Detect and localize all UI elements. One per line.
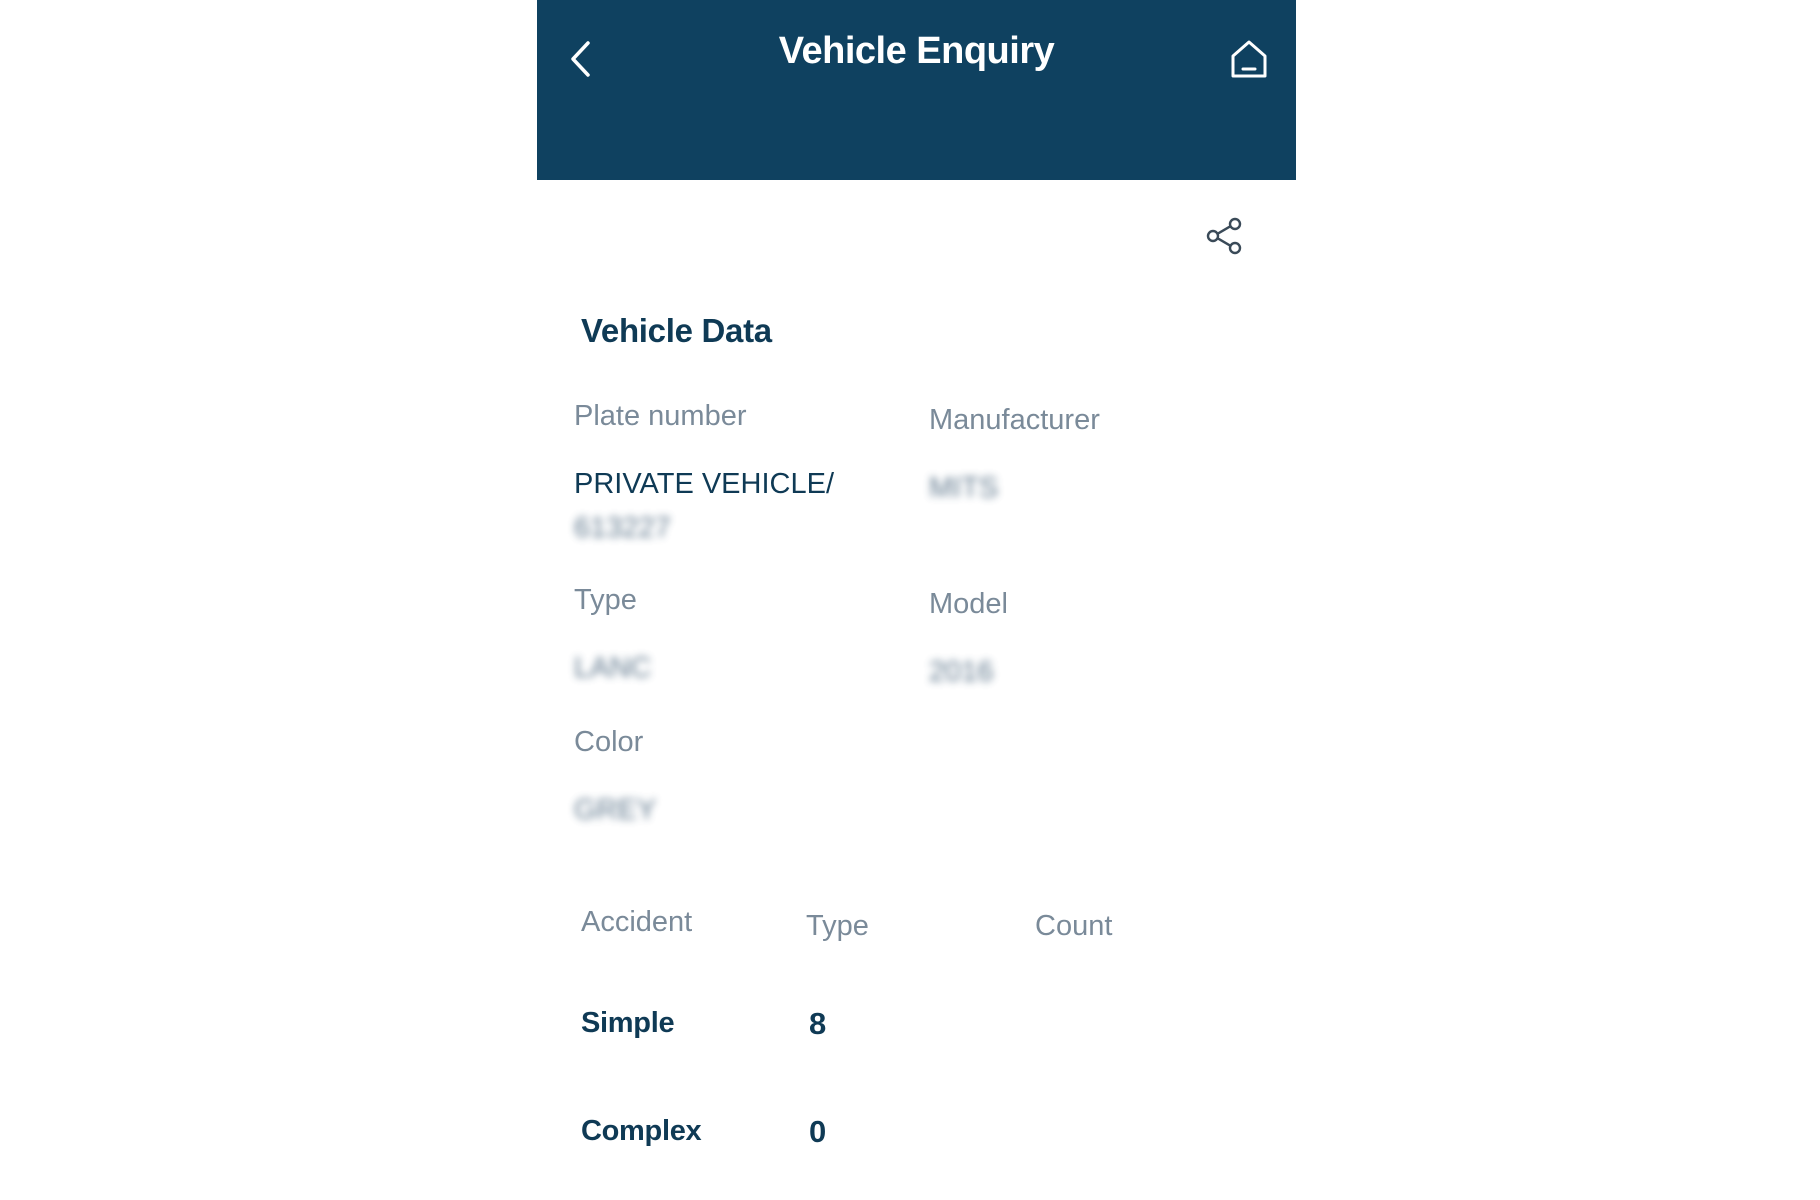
plate-number-value-line2: 613227: [574, 512, 671, 544]
type-value: LANC: [574, 652, 652, 684]
count-column-header: Count: [1035, 910, 1113, 942]
accident-row-complex-type: Complex: [581, 1115, 702, 1147]
accident-column-header: Accident: [581, 906, 693, 938]
section-title-vehicle-data: Vehicle Data: [581, 312, 772, 349]
manufacturer-label: Manufacturer: [929, 404, 1100, 436]
app-screen: Vehicle Enquiry Vehicle Data Plate numbe…: [537, 0, 1296, 1200]
share-icon: [1206, 217, 1242, 255]
share-button[interactable]: [1203, 214, 1247, 258]
model-value: 2016: [929, 656, 994, 688]
page: Vehicle Enquiry Vehicle Data Plate numbe…: [0, 0, 1820, 1200]
plate-number-value-line1: PRIVATE VEHICLE/: [574, 468, 834, 500]
model-label: Model: [929, 588, 1008, 620]
accident-row-simple-count: 8: [809, 1006, 827, 1041]
app-header: Vehicle Enquiry: [537, 0, 1296, 180]
home-icon: [1231, 40, 1267, 78]
page-title: Vehicle Enquiry: [778, 30, 1055, 72]
accident-row-complex-count: 0: [809, 1114, 827, 1149]
accident-row-simple-type: Simple: [581, 1007, 675, 1039]
type-label: Type: [574, 584, 637, 616]
type-column-header: Type: [806, 910, 869, 942]
plate-number-value: PRIVATE VEHICLE/ 613227: [574, 462, 834, 550]
home-button[interactable]: [1224, 34, 1274, 84]
plate-number-label: Plate number: [574, 400, 747, 432]
color-label: Color: [574, 726, 644, 758]
color-value: GREY: [574, 794, 657, 826]
manufacturer-value: MITS: [929, 472, 999, 504]
